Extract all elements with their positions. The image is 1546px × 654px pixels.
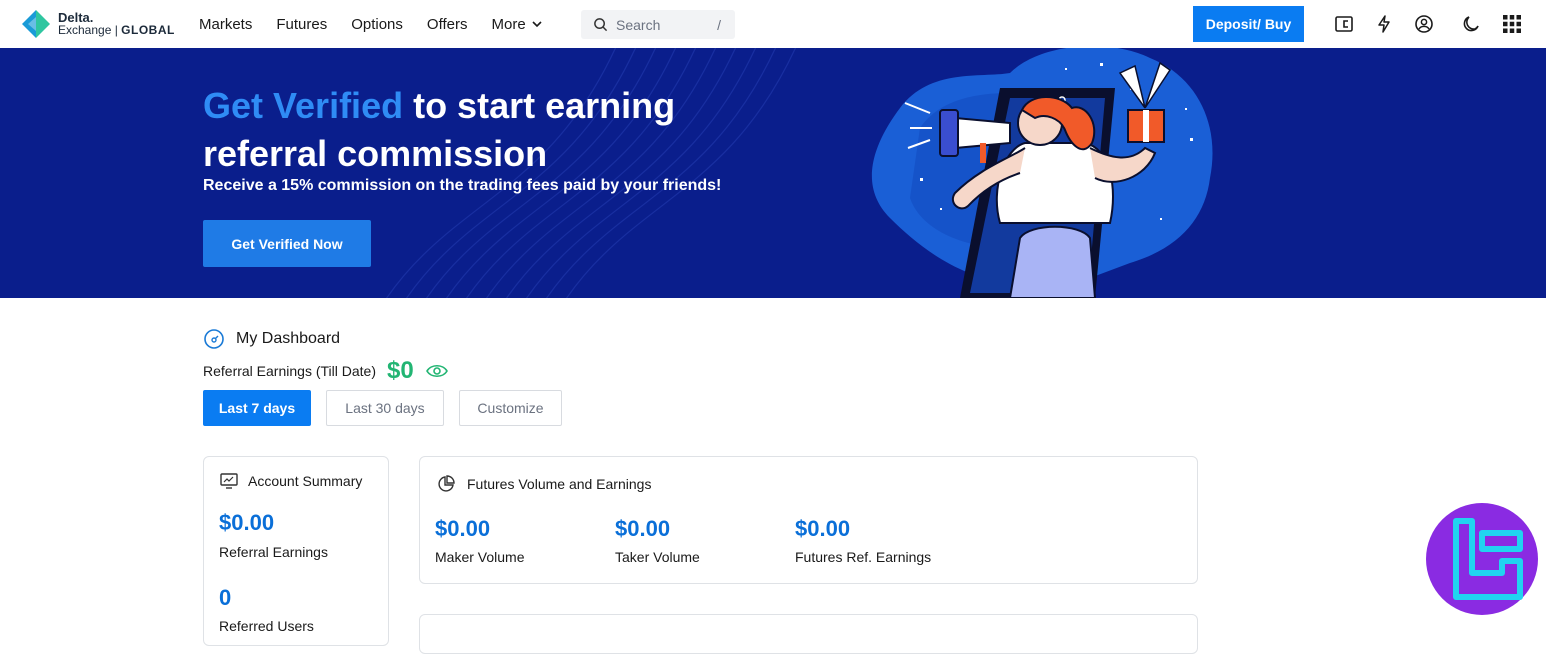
rewards-icon[interactable] — [1374, 14, 1394, 34]
pie-chart-icon — [438, 475, 455, 492]
dark-mode-icon[interactable] — [1461, 14, 1481, 34]
dashboard-title: My Dashboard — [236, 330, 341, 347]
referral-earnings-value: $0 — [386, 357, 414, 384]
next-stats-card — [419, 614, 1198, 654]
referral-illustration — [871, 48, 1213, 298]
futures-volume-card: Futures Volume and Earnings $0.00 Maker … — [419, 456, 1198, 584]
top-navigation-bar: Delta. Exchange | GLOBAL Markets Futures… — [0, 0, 1546, 48]
account-summary-card: Account Summary $0.00 Referral Earnings … — [203, 456, 389, 646]
delta-logo-icon — [22, 10, 50, 38]
referral-banner: Get Verified to start earning referral c… — [0, 48, 1546, 298]
banner-title-accent: Get Verified — [203, 85, 404, 126]
referral-earnings-row: Referral Earnings (Till Date) $0 — [203, 356, 448, 386]
dashboard-heading: My Dashboard — [203, 328, 340, 350]
account-summary-title: Account Summary — [248, 473, 363, 489]
futures-ref-earnings-label: Futures Ref. Earnings — [795, 549, 932, 565]
nav-markets[interactable]: Markets — [199, 16, 252, 33]
range-last-30-days-button[interactable]: Last 30 days — [326, 390, 444, 426]
banner-title: Get Verified to start earning referral c… — [203, 82, 763, 178]
banner-subtitle: Receive a 15% commission on the trading … — [203, 177, 722, 194]
deposit-buy-button[interactable]: Deposit/ Buy — [1193, 6, 1304, 42]
monitor-icon — [220, 473, 238, 489]
nav-offers[interactable]: Offers — [427, 16, 468, 33]
nav-more-label: More — [491, 15, 526, 33]
referred-users-caption: Referred Users — [219, 618, 314, 634]
nav-more[interactable]: More — [491, 15, 542, 33]
referral-earnings-amount: $0.00 — [219, 510, 275, 535]
search-icon — [594, 18, 608, 32]
get-verified-button[interactable]: Get Verified Now — [203, 220, 371, 267]
referral-earnings-caption: Referral Earnings — [219, 544, 328, 560]
main-nav: Markets Futures Options Offers More — [199, 0, 566, 48]
logo-line-2b: GLOBAL — [121, 23, 175, 37]
wallet-icon[interactable] — [1334, 14, 1354, 34]
range-last-7-days-button[interactable]: Last 7 days — [203, 390, 311, 426]
search-placeholder: Search — [616, 16, 661, 33]
corner-logo-badge — [1426, 503, 1538, 615]
chevron-down-icon — [532, 21, 542, 28]
eye-icon[interactable] — [425, 363, 448, 379]
futures-ref-earnings-value: $0.00 — [795, 516, 851, 541]
watermark-logo-icon — [1453, 518, 1523, 600]
delta-exchange-logo[interactable]: Delta. Exchange | GLOBAL — [20, 8, 175, 40]
futures-card-title: Futures Volume and Earnings — [467, 476, 652, 492]
taker-volume-label: Taker Volume — [615, 549, 700, 565]
nav-options[interactable]: Options — [351, 16, 403, 33]
referred-users-count: 0 — [219, 585, 232, 610]
account-icon[interactable] — [1414, 14, 1434, 34]
referral-earnings-label: Referral Earnings (Till Date) — [203, 363, 376, 379]
nav-futures[interactable]: Futures — [276, 16, 327, 33]
apps-grid-icon[interactable] — [1502, 14, 1522, 34]
maker-volume-value: $0.00 — [435, 516, 491, 541]
search-shortcut-hint: / — [717, 16, 721, 33]
range-customize-button[interactable]: Customize — [459, 390, 562, 426]
logo-line-2a: Exchange — [58, 23, 112, 37]
taker-volume-value: $0.00 — [615, 516, 671, 541]
dashboard-gauge-icon — [204, 329, 224, 349]
search-input[interactable]: Search / — [581, 10, 735, 39]
maker-volume-label: Maker Volume — [435, 549, 525, 565]
